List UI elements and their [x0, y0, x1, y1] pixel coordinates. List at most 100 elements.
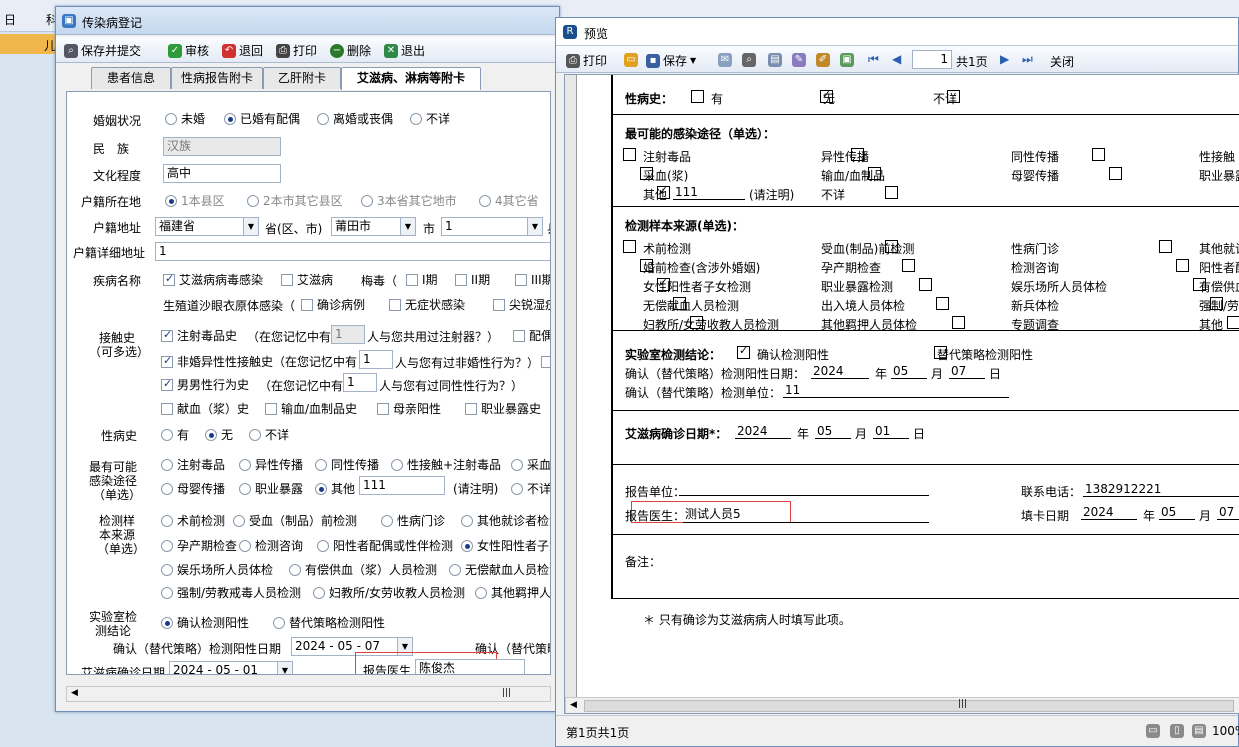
form-horizontal-scrollbar[interactable]: ◀ ||| [66, 686, 551, 702]
route-option[interactable]: 异性传播 [239, 456, 303, 473]
view-single-icon[interactable]: ▭ [1146, 724, 1160, 738]
return-button[interactable]: ↶ 退回 [222, 42, 263, 59]
route-option[interactable]: 职业暴露 [239, 480, 303, 497]
disease-option[interactable]: III期 [515, 271, 550, 288]
province-select[interactable]: 福建省 ▼ [155, 217, 259, 236]
route-option[interactable]: 其他 [315, 480, 355, 497]
sample-option[interactable]: 其他就诊者检测 [461, 512, 550, 529]
education-field[interactable]: 高中 [163, 164, 281, 183]
doctor-field[interactable]: 陈俊杰 [415, 659, 525, 674]
sample-option[interactable]: 性病门诊 [381, 512, 445, 529]
disease-option[interactable]: 确诊病例 [301, 296, 365, 313]
tab-std-card[interactable]: 性病报告附卡 [171, 67, 263, 89]
open-folder-icon[interactable]: ▭ [624, 53, 638, 67]
needle-share-count[interactable]: 1 [331, 325, 365, 344]
scroll-thumb[interactable] [584, 700, 1234, 712]
sample-option[interactable]: 有偿供血（浆）人员检测 [289, 561, 437, 578]
page-setup-icon[interactable]: ▤ [768, 53, 782, 67]
email-icon[interactable]: ✉ [718, 53, 732, 67]
first-page-icon[interactable]: ⏮ [868, 52, 879, 67]
nation-field[interactable]: 汉族 [163, 137, 281, 156]
std-option[interactable]: 有 [161, 426, 189, 443]
route-option[interactable]: 母婴传播 [161, 480, 225, 497]
audit-button[interactable]: ✓ 审核 [168, 42, 209, 59]
contact-option[interactable]: 注射毒品史 [161, 327, 237, 344]
sample-option[interactable]: 术前检测 [161, 512, 225, 529]
sample-option[interactable]: 女性阳性者子女 [461, 537, 550, 554]
view-multi-icon[interactable]: ▤ [1192, 724, 1206, 738]
sample-option[interactable]: 无偿献血人员检测 [449, 561, 550, 578]
msm-partner-count[interactable]: 1 [343, 373, 377, 392]
marital-option[interactable]: 已婚有配偶 [224, 110, 300, 127]
marital-option[interactable]: 离婚或丧偶 [317, 110, 393, 127]
marital-option[interactable]: 未婚 [165, 110, 205, 127]
hukou-option[interactable]: 3本省其它地市 [361, 192, 457, 209]
view-fit-icon[interactable]: ▯ [1170, 724, 1184, 738]
disease-option[interactable]: 尖锐湿疣 [493, 296, 550, 313]
last-page-icon[interactable]: ⏭ [1022, 52, 1033, 67]
print-button[interactable]: ⎙ 打印 [276, 42, 317, 59]
sample-option[interactable]: 阳性者配偶或性伴检测 [317, 537, 453, 554]
route-option[interactable]: 性接触+注射毒品 [391, 456, 501, 473]
exit-button[interactable]: ✕ 退出 [384, 42, 425, 59]
route-other-field[interactable]: 111 [359, 476, 445, 495]
hetero-partner-count[interactable]: 1 [359, 350, 393, 369]
sample-option[interactable]: 受血（制品）前检测 [233, 512, 357, 529]
contact-option[interactable]: 配偶 [513, 327, 550, 344]
lab-option[interactable]: 替代策略检测阳性 [273, 614, 385, 631]
route-option[interactable]: 不详 [511, 480, 550, 497]
tab-aids-card[interactable]: 艾滋病、淋病等附卡 [341, 67, 481, 90]
design-icon[interactable]: ✐ [816, 53, 830, 67]
disease-option[interactable]: I期 [406, 271, 438, 288]
preview-save-button[interactable]: ▪ 保存 ▼ [646, 52, 696, 69]
lab-option[interactable]: 确认检测阳性 [161, 614, 249, 631]
disease-option[interactable]: 艾滋病病毒感染 [163, 271, 263, 288]
contact-option[interactable]: 职业暴露史 [465, 400, 541, 417]
contact-option[interactable]: 母亲阳性 [377, 400, 441, 417]
find-icon[interactable]: ⌕ [742, 53, 756, 67]
route-option[interactable]: 同性传播 [315, 456, 379, 473]
route-option[interactable]: 注射毒品 [161, 456, 225, 473]
watermark-icon[interactable]: ▣ [840, 53, 854, 67]
next-page-icon[interactable]: ▶ [1000, 52, 1009, 66]
address-detail-field[interactable]: 1 [155, 242, 550, 261]
county-select[interactable]: 1 ▼ [441, 217, 543, 236]
checkbox-icon[interactable] [541, 355, 550, 368]
sample-option[interactable]: 妇教所/女劳收教人员检测 [313, 584, 465, 601]
marital-option[interactable]: 不详 [410, 110, 450, 127]
save-submit-button[interactable]: ⌕ 保存并提交 [64, 42, 141, 59]
sample-option[interactable]: 孕产期检查 [161, 537, 237, 554]
disease-option[interactable]: 无症状感染 [389, 296, 465, 313]
hukou-option[interactable]: 2本市其它县区 [247, 192, 343, 209]
contact-option[interactable]: 献血（浆）史 [161, 400, 249, 417]
scroll-left-icon[interactable]: ◀ [71, 688, 78, 698]
aids-date-picker[interactable]: 2024 - 05 - 01 ▼ [169, 661, 293, 674]
contact-option[interactable]: 非婚异性性接触史（在您记忆中有 [161, 353, 357, 370]
sample-option[interactable]: 其他羁押人员 [475, 584, 550, 601]
edit-icon[interactable]: ✎ [792, 53, 806, 67]
prev-page-icon[interactable]: ◀ [892, 52, 901, 66]
tab-patient-info[interactable]: 患者信息 [91, 67, 171, 89]
disease-option[interactable]: 艾滋病 [281, 271, 333, 288]
hukou-option[interactable]: 4其它省 [479, 192, 539, 209]
background-selected-row[interactable]: 儿 [0, 34, 62, 54]
preview-horizontal-scrollbar[interactable]: ◀ ||| [565, 697, 1239, 713]
preview-close-button[interactable]: 关闭 [1050, 53, 1074, 70]
disease-option[interactable]: II期 [455, 271, 490, 288]
route-option[interactable]: 采血 [511, 456, 550, 473]
contact-option[interactable]: 输血/血制品史 [265, 400, 357, 417]
sample-option[interactable]: 娱乐场所人员体检 [161, 561, 273, 578]
hukou-option[interactable]: 1本县区 [165, 192, 225, 209]
std-option[interactable]: 不详 [249, 426, 289, 443]
delete-button[interactable]: − 删除 [330, 42, 371, 59]
preview-print-button[interactable]: ⎙ 打印 [566, 52, 607, 69]
sample-option[interactable]: 强制/劳教戒毒人员检测 [161, 584, 301, 601]
scroll-left-icon[interactable]: ◀ [570, 700, 577, 710]
std-option[interactable]: 无 [205, 426, 233, 443]
tab-hepb-card[interactable]: 乙肝附卡 [263, 67, 341, 89]
city-select[interactable]: 莆田市 ▼ [331, 217, 416, 236]
page-number-input[interactable]: 1 [912, 50, 952, 69]
sample-option[interactable]: 检测咨询 [239, 537, 303, 554]
checkbox-icon [301, 298, 313, 311]
contact-option[interactable]: 男男性行为史 [161, 376, 249, 393]
